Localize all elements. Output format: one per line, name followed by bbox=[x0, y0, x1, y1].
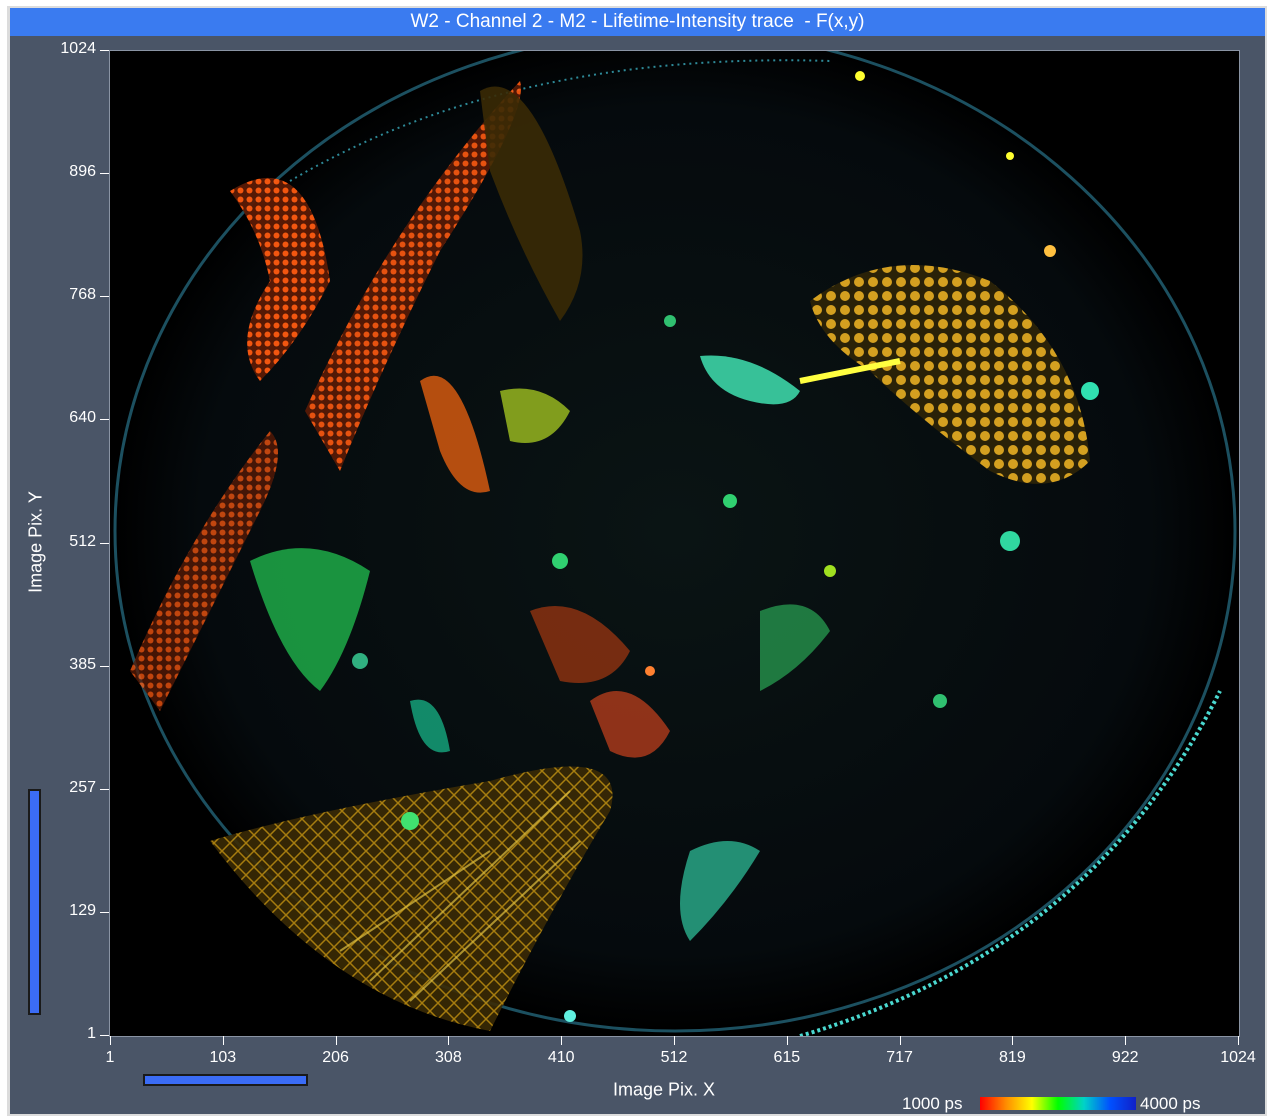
y-tick-mark bbox=[100, 50, 109, 51]
x-tick-mark bbox=[110, 1036, 111, 1045]
vertical-scrollbar[interactable] bbox=[28, 789, 41, 1015]
x-tick-label: 1024 bbox=[1220, 1049, 1256, 1066]
y-tick-mark bbox=[100, 911, 109, 913]
x-tick-mark bbox=[786, 1036, 788, 1045]
x-tick-label: 615 bbox=[773, 1049, 801, 1066]
window-title: W2 - Channel 2 - M2 - Lifetime-Intensity… bbox=[10, 8, 1265, 36]
x-tick-mark bbox=[1125, 1036, 1127, 1045]
x-tick-label: 206 bbox=[322, 1049, 349, 1066]
colorbar-max-label: 4000 ps bbox=[1140, 1094, 1201, 1113]
y-tick-label: 640 bbox=[69, 409, 96, 427]
colorbar-min-label: 1000 ps bbox=[902, 1094, 963, 1113]
flim-image-render bbox=[113, 51, 1237, 1036]
x-tick-label: 922 bbox=[1111, 1049, 1139, 1066]
flim-image[interactable] bbox=[109, 50, 1240, 1037]
x-tick-mark bbox=[1238, 1036, 1239, 1045]
x-tick-label: 512 bbox=[660, 1049, 688, 1066]
y-tick-mark bbox=[100, 665, 109, 667]
x-tick-mark bbox=[1012, 1036, 1014, 1045]
x-tick-mark bbox=[335, 1036, 337, 1045]
y-tick-label: 1024 bbox=[60, 40, 96, 57]
y-tick-mark bbox=[100, 788, 109, 790]
x-tick-label: 819 bbox=[999, 1049, 1026, 1066]
x-tick-mark bbox=[448, 1036, 450, 1045]
x-tick-mark bbox=[561, 1036, 563, 1045]
x-tick-label: 1 bbox=[105, 1049, 115, 1066]
x-tick-mark bbox=[674, 1036, 675, 1045]
y-tick-mark bbox=[100, 1035, 109, 1036]
y-tick-label: 896 bbox=[69, 163, 96, 181]
x-tick-label: 103 bbox=[209, 1049, 237, 1066]
y-tick-label: 385 bbox=[69, 655, 96, 673]
x-tick-mark bbox=[222, 1036, 224, 1045]
x-tick-mark bbox=[899, 1036, 901, 1045]
y-tick-mark bbox=[100, 173, 109, 175]
y-tick-label: 768 bbox=[69, 286, 96, 304]
x-tick-label: 308 bbox=[435, 1049, 462, 1066]
y-tick-label: 1 bbox=[87, 1025, 96, 1042]
y-axis-title: Image Pix. Y bbox=[25, 491, 46, 593]
x-tick-label: 410 bbox=[547, 1049, 575, 1066]
horizontal-scrollbar[interactable] bbox=[143, 1074, 308, 1086]
y-tick-mark bbox=[100, 419, 109, 421]
x-tick-label: 717 bbox=[886, 1049, 913, 1066]
y-tick-mark bbox=[100, 542, 109, 544]
x-axis-title: Image Pix. X bbox=[612, 1079, 716, 1100]
lifetime-colorbar bbox=[980, 1097, 1136, 1110]
y-tick-mark bbox=[100, 296, 109, 298]
